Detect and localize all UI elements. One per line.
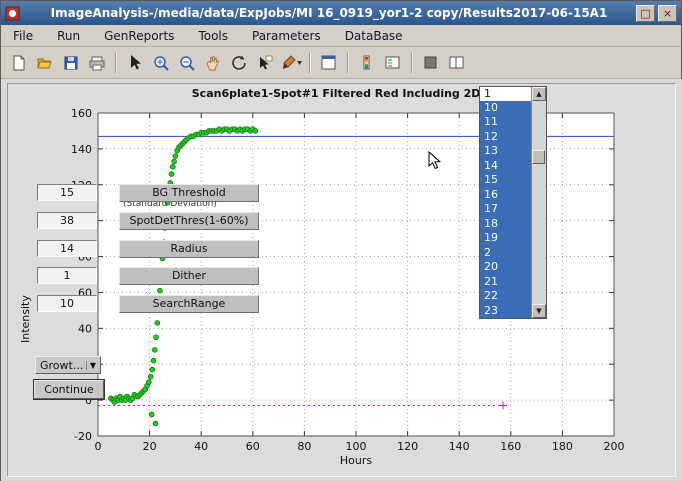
bg-threshold-label[interactable]: BG Threshold — [119, 184, 259, 202]
svg-text:160: 160 — [71, 107, 92, 120]
figure-area: 020406080100120140160180200-200204060801… — [1, 79, 682, 481]
searchrange-label[interactable]: SearchRange — [119, 295, 259, 313]
mouse-cursor — [428, 151, 442, 171]
svg-text:140: 140 — [449, 440, 470, 453]
toolbar-separator — [411, 53, 413, 73]
scrollbar-track[interactable] — [532, 101, 546, 304]
app-icon — [5, 6, 20, 21]
svg-text:40: 40 — [194, 440, 208, 453]
menubar: File Run GenReports Tools Parameters Dat… — [1, 25, 681, 47]
dropdown-item[interactable]: 14 — [480, 159, 531, 174]
dropdown-item[interactable]: 13 — [480, 144, 531, 159]
svg-text:20: 20 — [143, 440, 157, 453]
brush-icon[interactable] — [279, 51, 303, 75]
colorbar-icon[interactable] — [355, 51, 379, 75]
bg-threshold-input[interactable] — [37, 184, 97, 201]
print-icon[interactable] — [85, 51, 109, 75]
svg-text:80: 80 — [297, 440, 311, 453]
dither-input[interactable] — [37, 267, 97, 284]
searchrange-input[interactable] — [37, 295, 97, 312]
dropdown-item[interactable]: 20 — [480, 260, 531, 275]
dropdown-item[interactable]: 16 — [480, 188, 531, 203]
stop-icon[interactable] — [419, 51, 443, 75]
dropdown-item[interactable]: 19 — [480, 231, 531, 246]
titlebar[interactable]: ImageAnalysis-/media/data/ExpJobs/MI 16_… — [1, 1, 681, 25]
save-icon[interactable] — [59, 51, 83, 75]
toolbar-separator — [347, 53, 349, 73]
rotate-icon[interactable] — [227, 51, 251, 75]
open-file-icon[interactable] — [33, 51, 57, 75]
spotdetthres-input[interactable] — [37, 212, 97, 229]
dropdown-scrollbar[interactable]: ▲ ▼ — [531, 87, 546, 318]
window-title: ImageAnalysis-/media/data/ExpJobs/MI 16_… — [25, 6, 633, 20]
radius-label[interactable]: Radius — [119, 240, 259, 258]
growth-mode-dropdown[interactable]: Growt... ▼ — [35, 356, 101, 374]
dropdown-item[interactable]: 21 — [480, 275, 531, 290]
new-file-icon[interactable] — [7, 51, 31, 75]
scroll-up-icon[interactable]: ▲ — [532, 87, 546, 101]
svg-text:40: 40 — [78, 322, 92, 335]
dropdown-item[interactable]: 11 — [480, 115, 531, 130]
svg-text:100: 100 — [346, 440, 367, 453]
data-cursor-icon[interactable] — [253, 51, 277, 75]
zoom-in-icon[interactable] — [149, 51, 173, 75]
spot-number-dropdown: 1 10111213141516171819220212223 ▲ ▼ — [479, 86, 547, 319]
scrollbar-thumb[interactable] — [532, 150, 545, 164]
dropdown-item[interactable]: 17 — [480, 202, 531, 217]
menu-file[interactable]: File — [11, 27, 35, 45]
dropdown-item[interactable]: 2 — [480, 246, 531, 261]
dropdown-item[interactable]: 10 — [480, 101, 531, 116]
menu-genreports[interactable]: GenReports — [102, 27, 176, 45]
dropdown-list: 10111213141516171819220212223 — [480, 101, 531, 319]
continue-button[interactable]: Continue — [34, 380, 104, 399]
svg-text:140: 140 — [71, 143, 92, 156]
menu-parameters[interactable]: Parameters — [250, 27, 323, 45]
dropdown-item[interactable]: 22 — [480, 289, 531, 304]
dropdown-selected-value[interactable]: 1 — [480, 87, 531, 101]
plot-axes: 020406080100120140160180200-200204060801… — [1, 79, 682, 481]
chevron-down-icon: ▼ — [86, 361, 96, 370]
svg-text:200: 200 — [604, 440, 625, 453]
growth-mode-label: Growt... — [40, 359, 83, 372]
scroll-down-icon[interactable]: ▼ — [532, 304, 546, 318]
menu-database[interactable]: DataBase — [343, 27, 405, 45]
brush-dropdown-arrow — [297, 61, 302, 65]
spotdetthres-label[interactable]: SpotDetThres(1-60%) — [119, 212, 259, 230]
menu-run[interactable]: Run — [55, 27, 82, 45]
layout-icon[interactable] — [445, 51, 469, 75]
svg-text:180: 180 — [552, 440, 573, 453]
dither-label[interactable]: Dither — [119, 267, 259, 285]
dropdown-item[interactable]: 12 — [480, 130, 531, 145]
pan-icon[interactable] — [201, 51, 225, 75]
pointer-icon[interactable] — [123, 51, 147, 75]
radius-input[interactable] — [37, 240, 97, 257]
svg-text:-20: -20 — [74, 430, 92, 443]
dropdown-item[interactable]: 23 — [480, 304, 531, 319]
y-axis-label: Intensity — [19, 229, 32, 409]
svg-text:160: 160 — [500, 440, 521, 453]
close-button[interactable]: × — [658, 5, 677, 22]
zoom-out-icon[interactable] — [175, 51, 199, 75]
x-axis-label: Hours — [98, 454, 614, 467]
toolbar — [1, 47, 681, 79]
maximize-button[interactable]: □ — [636, 5, 655, 22]
toolbar-separator — [309, 53, 311, 73]
svg-text:0: 0 — [95, 440, 102, 453]
dropdown-item[interactable]: 15 — [480, 173, 531, 188]
toolbar-separator — [115, 53, 117, 73]
report-icon[interactable] — [317, 51, 341, 75]
dropdown-item[interactable]: 18 — [480, 217, 531, 232]
svg-text:60: 60 — [246, 440, 260, 453]
svg-text:120: 120 — [397, 440, 418, 453]
app-window: { "window": { "title": "ImageAnalysis-/m… — [0, 0, 682, 481]
menu-tools[interactable]: Tools — [196, 27, 230, 45]
legend-icon[interactable] — [381, 51, 405, 75]
